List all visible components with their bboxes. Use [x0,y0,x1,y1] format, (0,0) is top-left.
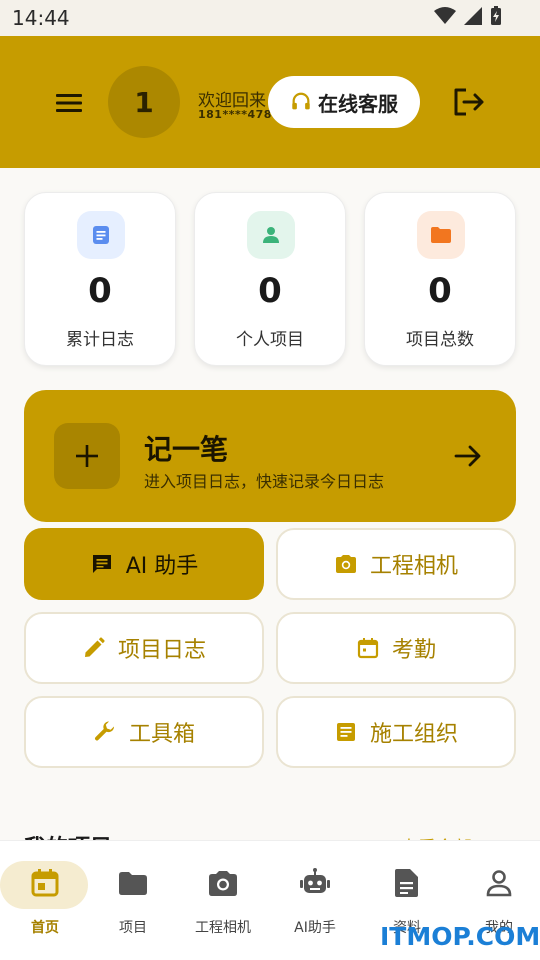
engineering-camera-label: 工程相机 [369,554,458,579]
stat-label: 个人项目 [236,330,304,350]
stat-card-personal-projects[interactable]: 0 个人项目 [194,192,346,366]
nav-label: AI助手 [294,920,336,936]
stat-card-logs[interactable]: 0 累计日志 [24,192,176,366]
construction-organization-label: 施工组织 [369,722,458,747]
stat-card-total-projects[interactable]: 0 项目总数 [364,192,516,366]
phone-number: 181****4786 [198,108,281,121]
menu-button[interactable] [54,88,88,118]
stat-icon-wrap [77,211,125,259]
stat-icon-wrap [417,211,465,259]
person-icon [486,870,512,897]
project-log-button[interactable]: 项目日志 [24,612,264,684]
list-icon [336,723,355,741]
pencil-icon [84,637,105,657]
attendance-label: 考勤 [391,638,436,663]
plus-icon-wrap [54,423,120,489]
nav-item-projects[interactable]: 项目 [88,841,178,960]
quick-note-subtitle: 进入项目日志，快速记录今日日志 [144,472,385,491]
header: 1 欢迎回来 181****4786 在线客服 [0,36,540,168]
wifi-icon [434,7,456,24]
wrench-icon [94,721,114,741]
construction-organization-button[interactable]: 施工组织 [276,696,516,768]
document-icon [93,226,109,244]
ai-assistant-label: AI 助手 [125,554,199,579]
nav-label: 首页 [31,920,59,936]
stat-value: 0 [258,271,282,311]
headset-icon [292,92,310,110]
nav-item-ai[interactable]: AI助手 [270,841,360,960]
nav-label: 工程相机 [195,920,251,936]
battery-icon [491,6,501,25]
status-time: 14:44 [12,6,70,30]
nav-item-camera[interactable]: 工程相机 [178,841,268,960]
online-service-button[interactable]: 在线客服 [268,76,420,128]
watermark: ITMOP.COM [380,922,540,951]
logout-icon [454,88,484,116]
calendar-icon [31,869,59,897]
online-service-label: 在线客服 [318,91,398,116]
camera-icon [335,555,356,573]
stat-label: 项目总数 [406,330,474,350]
toolbox-label: 工具箱 [128,722,195,747]
folder-icon [431,227,451,243]
stat-label: 累计日志 [66,330,134,350]
calendar-icon [357,638,379,659]
camera-icon [209,871,237,896]
toolbox-button[interactable]: 工具箱 [24,696,264,768]
robot-icon [300,868,330,893]
signal-icon [464,7,482,25]
hamburger-icon [56,94,82,112]
status-bar: 14:44 [0,0,540,36]
stat-value: 0 [428,271,452,311]
avatar[interactable]: 1 [108,66,180,138]
stat-icon-wrap [247,211,295,259]
document-icon [395,869,418,897]
nav-label: 项目 [119,920,147,936]
plus-icon [76,445,98,467]
nav-item-home[interactable]: 首页 [0,841,90,960]
stat-value: 0 [88,271,112,311]
project-log-label: 项目日志 [117,638,206,663]
logout-button[interactable] [450,84,486,120]
engineering-camera-button[interactable]: 工程相机 [276,528,516,600]
attendance-button[interactable]: 考勤 [276,612,516,684]
chat-icon [92,555,111,573]
arrow-right-icon [454,445,481,467]
folder-icon [119,872,147,895]
status-icons [434,6,502,26]
quick-note-title: 记一笔 [144,433,229,466]
ai-assistant-button[interactable]: AI 助手 [24,528,264,600]
quick-note-card[interactable]: 记一笔 进入项目日志，快速记录今日日志 [24,390,516,522]
person-icon [263,227,279,243]
